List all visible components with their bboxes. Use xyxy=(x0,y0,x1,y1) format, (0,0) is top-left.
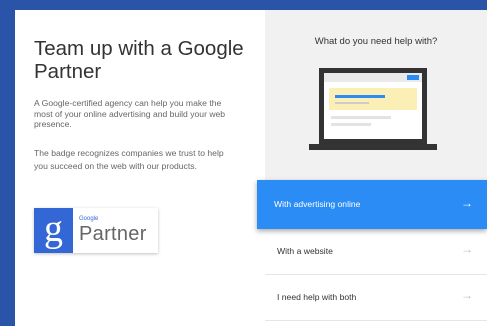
option-label: With a website xyxy=(277,246,333,256)
google-g-logo: g xyxy=(34,208,73,253)
laptop-illustration xyxy=(309,68,437,150)
option-label: I need help with both xyxy=(277,292,357,302)
option-advertising-online[interactable]: With advertising online → xyxy=(257,180,487,229)
option-help-both[interactable]: I need help with both → xyxy=(265,275,487,321)
panel-title: What do you need help with? xyxy=(314,36,438,47)
panel-header: What do you need help with? xyxy=(265,10,487,180)
intro-paragraph: A Google-certified agency can help you m… xyxy=(34,98,226,130)
badge-partner-text: Partner xyxy=(79,223,147,245)
arrow-right-icon: → xyxy=(461,242,473,256)
badge-google-text: Google xyxy=(79,216,99,222)
google-partner-badge: g Google Partner xyxy=(34,208,158,253)
help-panel: What do you need help with? With adverti… xyxy=(257,10,487,326)
arrow-right-icon: → xyxy=(461,196,473,210)
badge-paragraph: The badge recognizes companies we trust … xyxy=(34,148,224,171)
option-label: With advertising online xyxy=(274,199,361,209)
page-headline: Team up with a Google Partner xyxy=(34,37,244,83)
arrow-right-icon: → xyxy=(461,288,473,302)
option-website[interactable]: With a website → xyxy=(265,229,487,275)
main-card: Team up with a Google Partner A Google-c… xyxy=(15,10,487,326)
